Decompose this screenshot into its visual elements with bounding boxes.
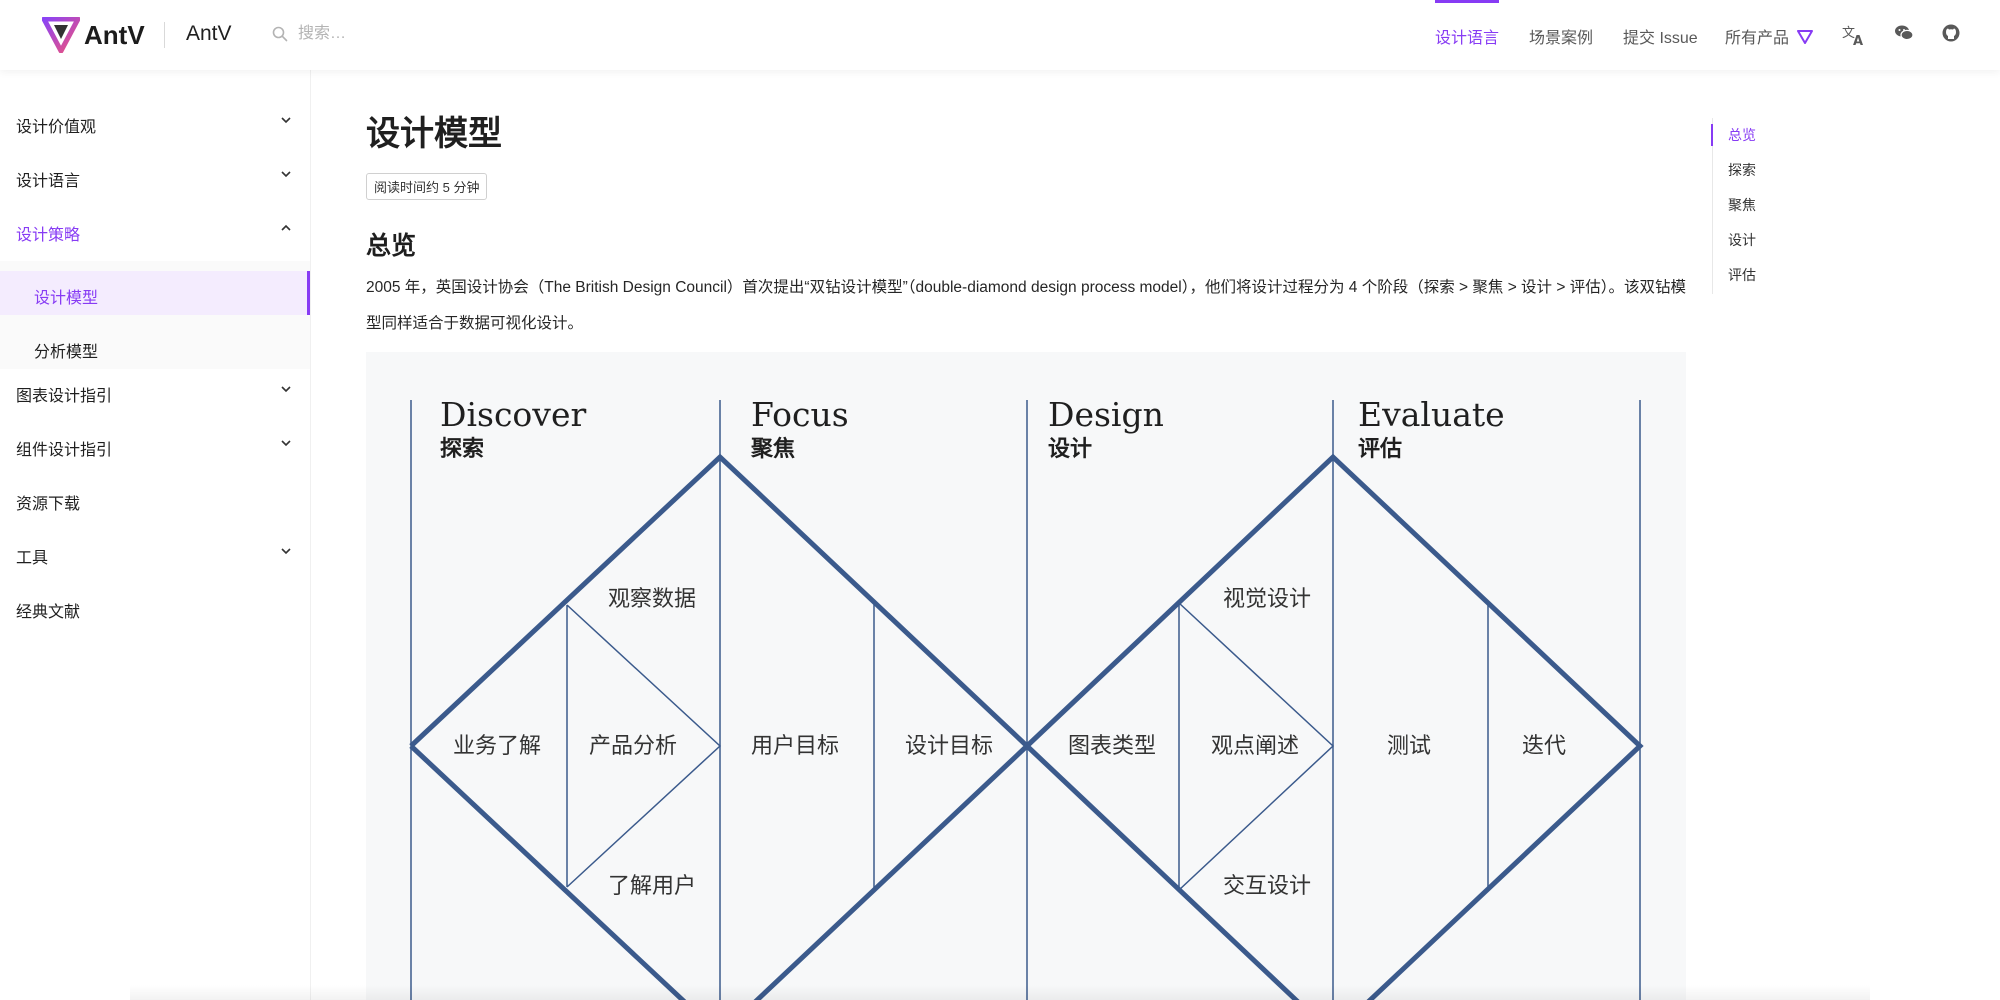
subbrand-link[interactable]: AntV [186, 22, 232, 46]
phase-subtitle-discover: 探索 [440, 436, 484, 461]
sidebar-subitem-analysis-model[interactable]: 分析模型 [0, 325, 310, 369]
toc-item-design[interactable]: 设计 [1728, 230, 1756, 250]
label-interaction-design: 交互设计 [1223, 873, 1311, 898]
chevron-down-icon [281, 440, 291, 447]
antv-logo-icon [42, 17, 80, 53]
label-design-goals: 设计目标 [905, 733, 993, 758]
toc-item-evaluate[interactable]: 评估 [1728, 265, 1756, 285]
phase-title-discover: Discover [440, 395, 586, 434]
bottom-shadow [130, 985, 1870, 1000]
toc-item-overview[interactable]: 总览 [1728, 125, 1756, 145]
sidebar-item-design-language[interactable]: 设计语言 [0, 150, 310, 204]
translate-icon[interactable]: 文 A [1842, 24, 1866, 46]
sidebar-item-literature[interactable]: 经典文献 [0, 581, 310, 635]
sidebar-subitem-design-model[interactable]: 设计模型 [0, 271, 310, 315]
chevron-down-icon [281, 171, 291, 178]
toc-item-focus[interactable]: 聚焦 [1728, 195, 1756, 215]
main-content: 设计模型 阅读时间约 5 分钟 总览 2005 年，英国设计协会（The Bri… [366, 70, 1686, 1000]
wechat-icon[interactable] [1894, 24, 1914, 42]
nav-all-products-label: 所有产品 [1725, 30, 1790, 47]
sidebar-item-label: 设计语言 [16, 173, 81, 190]
phase-subtitle-design: 设计 [1048, 436, 1092, 461]
products-dropdown-icon [1797, 30, 1814, 44]
github-icon[interactable] [1942, 24, 1960, 42]
sidebar-subitem-label: 分析模型 [34, 344, 99, 361]
intro-paragraph: 2005 年，英国设计协会（The British Design Council… [366, 279, 1686, 332]
chevron-down-icon [281, 548, 291, 555]
label-business: 业务了解 [453, 733, 541, 758]
phase-title-focus: Focus [751, 395, 849, 434]
label-understand-users: 了解用户 [608, 873, 696, 898]
label-visual-design: 视觉设计 [1223, 586, 1311, 611]
phase-subtitle-focus: 聚焦 [750, 436, 795, 461]
search-icon [272, 26, 288, 42]
search-box[interactable] [272, 24, 540, 44]
label-testing: 测试 [1387, 733, 1431, 758]
antv-logo[interactable]: AntV [42, 17, 145, 53]
logo-text: AntV [84, 19, 145, 50]
search-input[interactable] [296, 24, 540, 44]
sidebar-item-label: 设计策略 [16, 227, 81, 244]
sidebar-item-label: 资源下载 [16, 496, 81, 513]
label-viewpoint: 观点阐述 [1211, 733, 1299, 758]
nav-all-products[interactable]: 所有产品 [1725, 24, 1814, 48]
sidebar: 设计价值观 设计语言 设计策略 设计模型 分析模型 图表设计指引 组件设计指引 … [0, 70, 311, 1000]
diamond-left [409, 453, 1031, 1000]
table-of-contents: 总览 探索 聚焦 设计 评估 [1711, 118, 1912, 298]
toc-item-discover[interactable]: 探索 [1728, 160, 1756, 180]
sidebar-item-tools[interactable]: 工具 [0, 527, 310, 581]
sidebar-item-label: 组件设计指引 [16, 442, 113, 459]
chevron-up-icon [281, 224, 291, 231]
sidebar-subitem-label: 设计模型 [34, 290, 99, 307]
phase-title-design: Design [1048, 395, 1164, 434]
page-title: 设计模型 [366, 115, 502, 153]
phase-subtitle-evaluate: 评估 [1358, 436, 1402, 461]
toc-active-indicator [1711, 124, 1713, 146]
label-chart-type: 图表类型 [1068, 733, 1156, 758]
sidebar-item-label: 工具 [16, 550, 49, 567]
sidebar-item-design-values[interactable]: 设计价值观 [0, 96, 310, 150]
phase-title-evaluate: Evaluate [1358, 395, 1505, 434]
section-title: 总览 [366, 232, 417, 260]
sidebar-item-chart-guide[interactable]: 图表设计指引 [0, 365, 310, 419]
sidebar-item-label: 经典文献 [16, 604, 81, 621]
sidebar-item-downloads[interactable]: 资源下载 [0, 473, 310, 527]
label-iteration: 迭代 [1522, 733, 1566, 758]
label-user-goals: 用户目标 [751, 733, 839, 758]
nav-active-indicator [1435, 0, 1499, 3]
sidebar-item-component-guide[interactable]: 组件设计指引 [0, 419, 310, 473]
header-divider [164, 22, 165, 48]
nav-cases[interactable]: 场景案例 [1529, 24, 1593, 48]
nav-submit-issue[interactable]: 提交 Issue [1623, 24, 1698, 48]
sidebar-item-design-strategy[interactable]: 设计策略 [0, 204, 310, 258]
svg-text:A: A [1853, 34, 1863, 46]
double-diamond-figure: Discover 探索 Focus 聚焦 Design 设计 Evaluate … [366, 352, 1686, 1000]
label-observe-data: 观察数据 [608, 586, 696, 611]
label-product-analysis: 产品分析 [589, 733, 677, 758]
top-header: AntV AntV 设计语言 场景案例 提交 Issue 所有产品 文 A [0, 0, 2000, 70]
chevron-down-icon [281, 386, 291, 393]
sidebar-submenu: 设计模型 分析模型 [0, 261, 310, 369]
nav-design-language[interactable]: 设计语言 [1435, 24, 1499, 48]
chevron-down-icon [281, 117, 291, 124]
sidebar-item-label: 图表设计指引 [16, 388, 113, 405]
read-time-badge: 阅读时间约 5 分钟 [366, 173, 488, 200]
double-diamond-diagram: Discover 探索 Focus 聚焦 Design 设计 Evaluate … [409, 395, 1644, 1000]
sidebar-item-label: 设计价值观 [16, 119, 97, 136]
